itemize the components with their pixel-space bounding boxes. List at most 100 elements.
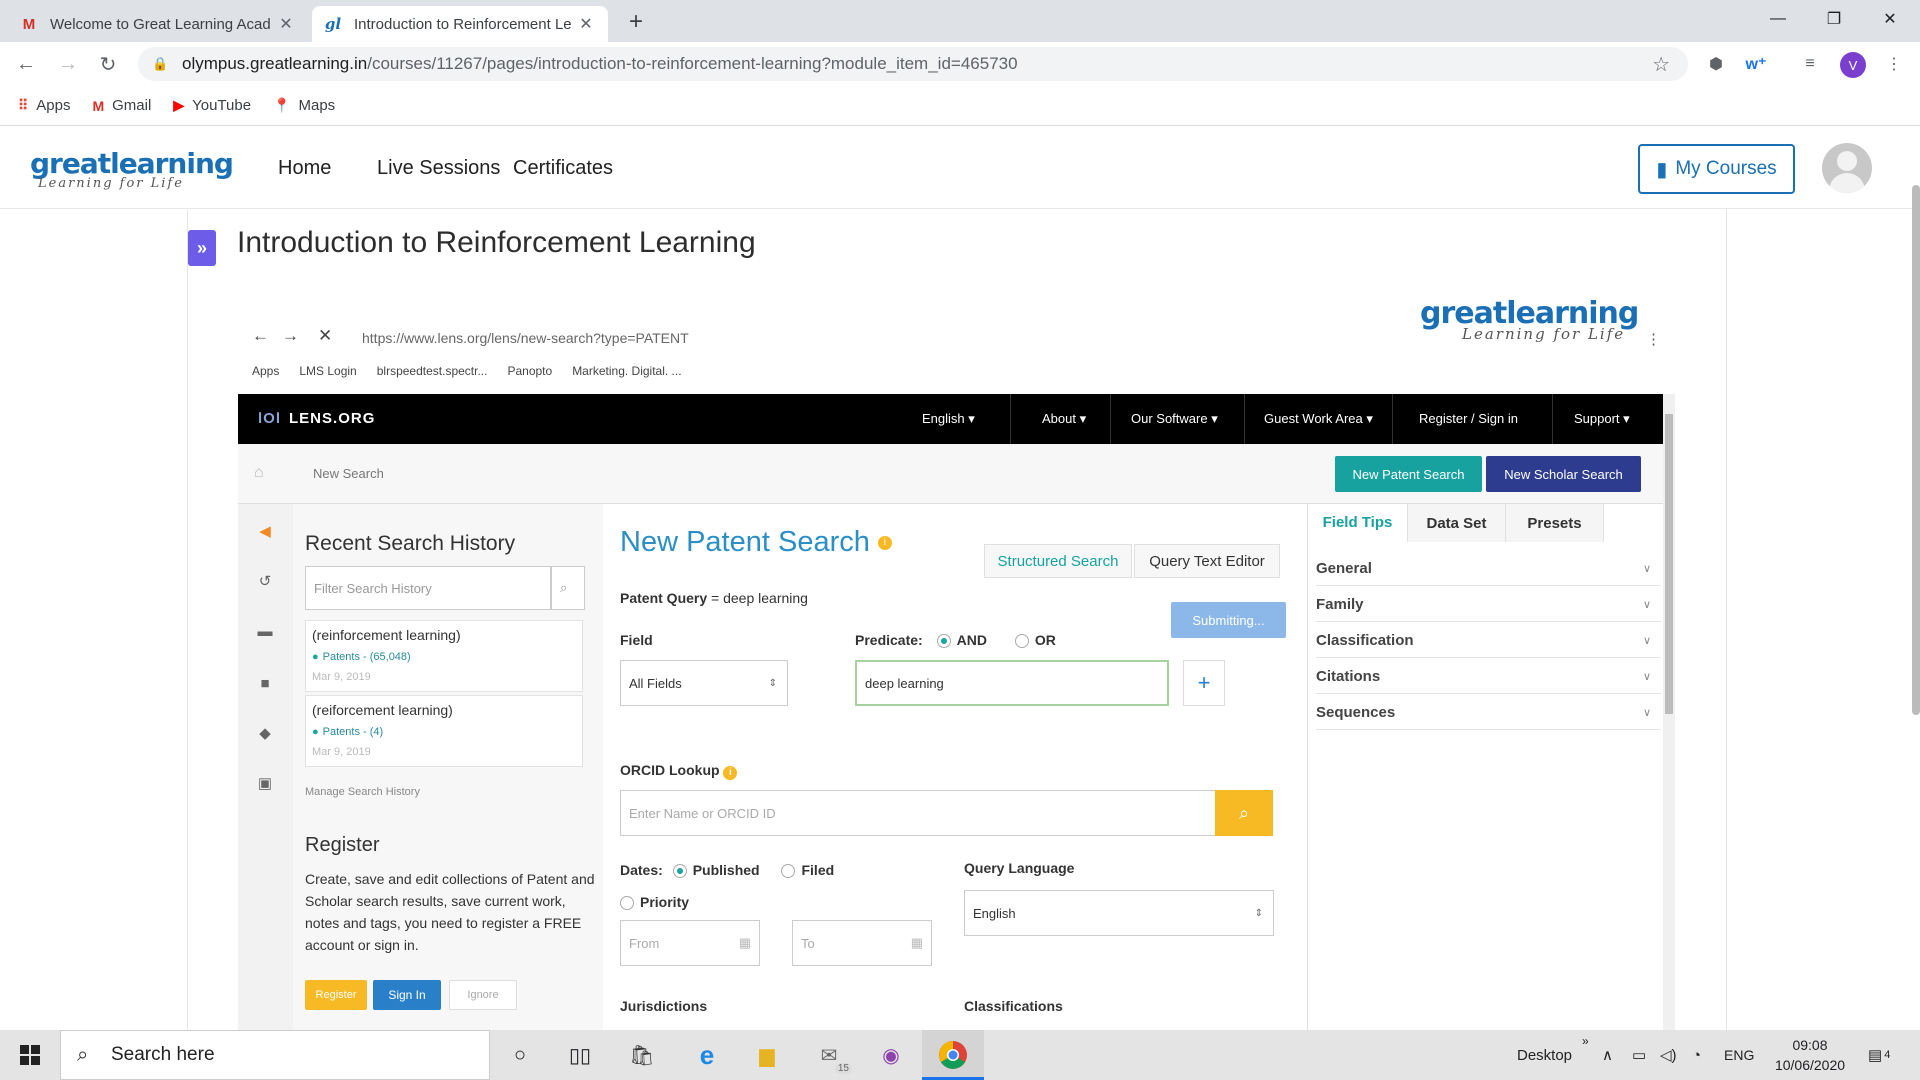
select-caret-icon: ⇕ (1254, 907, 1263, 919)
calendar-icon: ▦ (910, 935, 923, 950)
profile-avatar[interactable]: V (1840, 52, 1866, 78)
lens-menu-about: About ▾ (1042, 411, 1087, 426)
extension-icon[interactable]: ⬢ (1704, 52, 1728, 76)
date-from-input: From ▦ (620, 920, 760, 966)
nav-home[interactable]: Home (278, 157, 331, 180)
toolbar-overflow-icon[interactable]: » (1582, 1016, 1589, 1066)
edge-icon[interactable]: e (690, 1038, 724, 1072)
date-priority: Priority (640, 894, 690, 910)
embed-url: https://www.lens.org/lens/new-search?typ… (362, 330, 689, 346)
language-indicator[interactable]: ENG (1724, 1030, 1754, 1080)
forward-icon[interactable]: → (54, 50, 82, 78)
chevron-down-icon: ∨ (1642, 671, 1651, 683)
patent-search-form: New Patent Search i Structured Search Qu… (603, 504, 1307, 1030)
embed-bookmark: blrspeedtest.spectr... (376, 364, 488, 378)
chrome-taskbar-item[interactable] (922, 1030, 984, 1080)
dates-label: Dates: (620, 862, 663, 878)
back-icon[interactable]: ← (12, 50, 40, 78)
embed-bookmark: Apps (252, 364, 280, 378)
manage-history-link: Manage Search History (305, 786, 420, 798)
bookmark-apps[interactable]: ⠿ Apps (18, 97, 70, 114)
nav-live-sessions[interactable]: Live Sessions (377, 157, 500, 180)
minimize-button[interactable]: — (1750, 0, 1806, 38)
search-history-panel: Recent Search History Filter Search Hist… (293, 504, 603, 1030)
lens-menu-divider (1010, 394, 1011, 444)
page-scrollbar[interactable] (1912, 185, 1920, 715)
lock-icon: 🔒 (152, 56, 169, 71)
wifi-icon[interactable]: ◔ (1692, 1030, 1701, 1080)
taskbar-search-box[interactable]: ⌕ Search here (60, 1030, 490, 1080)
bookmark-maps[interactable]: 📍 Maps (273, 97, 335, 114)
query-text-editor-tab: Query Text Editor (1134, 544, 1280, 578)
address-bar[interactable]: 🔒 olympus.greatlearning.in/courses/11267… (138, 47, 1688, 81)
history-filter-input: Filter Search History (305, 566, 551, 610)
priority-row: Priority (620, 894, 690, 911)
close-window-button[interactable]: ✕ (1862, 0, 1918, 38)
chevron-down-icon: ∨ (1642, 563, 1651, 575)
gmail-icon: M (92, 97, 105, 114)
embed-bookmark: Panopto (507, 364, 553, 378)
media-control-icon[interactable]: ≡ (1798, 52, 1822, 76)
tab-gmail[interactable]: M Welcome to Great Learning Acad ✕ (8, 6, 308, 42)
calendar-icon: ▦ (738, 935, 751, 950)
chrome-icon (939, 1041, 967, 1069)
embed-greatlearning-logo: greatlearning Learning for Life (1420, 296, 1639, 343)
bookmark-gmail[interactable]: M Gmail (92, 97, 151, 114)
sidebar-toggle-button[interactable]: » (188, 230, 216, 266)
tab-course[interactable]: gl Introduction to Reinforcement Le ✕ (312, 6, 608, 42)
app-icon[interactable]: ◉ (874, 1038, 908, 1072)
patent-query-label: Patent Query (620, 590, 708, 606)
bookmark-star-icon[interactable]: ☆ (1652, 52, 1670, 77)
menu-kebab-icon[interactable]: ⋮ (1882, 52, 1906, 76)
tray-chevron-up-icon[interactable]: ∧ (1602, 1030, 1613, 1080)
notification-icon[interactable]: ▤ 4 (1868, 1030, 1890, 1080)
battery-icon[interactable]: ▭ (1632, 1030, 1646, 1080)
clock[interactable]: 09:08 10/06/2020 (1770, 1035, 1850, 1075)
history-date: Mar 9, 2019 (312, 671, 371, 683)
browser-tab-strip: M Welcome to Great Learning Acad ✕ gl In… (0, 0, 1920, 42)
restore-button[interactable]: ❐ (1806, 0, 1862, 38)
desktop-toolbar-label[interactable]: Desktop (1517, 1030, 1572, 1080)
new-tab-button[interactable]: + (622, 8, 650, 36)
date-to-input: To ▦ (792, 920, 932, 966)
history-icon: ↺ (258, 573, 272, 590)
cortana-icon[interactable]: ○ (503, 1038, 537, 1072)
reload-icon[interactable]: ↻ (94, 50, 122, 78)
date-filed: Filed (801, 862, 835, 878)
close-tab-icon[interactable]: ✕ (576, 14, 596, 34)
tab-title: Welcome to Great Learning Acad (50, 15, 271, 33)
predicate-label: Predicate: (855, 632, 923, 648)
bookmark-label: Gmail (112, 97, 152, 114)
tab-presets: Presets (1506, 504, 1604, 542)
predicate-row: Predicate: AND OR (855, 632, 1056, 649)
bookmark-youtube[interactable]: ▶ YouTube (173, 97, 251, 114)
accordion-label: Citations (1316, 668, 1381, 685)
user-avatar[interactable] (1822, 143, 1872, 193)
my-courses-button[interactable]: ▮ My Courses (1638, 144, 1795, 194)
search-icon: ⌕ (77, 1043, 89, 1066)
close-tab-icon[interactable]: ✕ (276, 14, 296, 34)
save-icon: ▣ (257, 775, 273, 792)
lens-menu-divider (1552, 394, 1553, 444)
accordion-sequences: Sequences ∨ (1316, 696, 1661, 730)
greatlearning-logo[interactable]: greatlearning Learning for Life (30, 147, 234, 191)
store-icon[interactable]: 🛍 (625, 1038, 659, 1072)
mail-icon[interactable]: ✉ 15 (812, 1038, 852, 1074)
lens-menu-english: English ▾ (922, 411, 975, 426)
history-patents: Patents - (4) (312, 726, 384, 738)
submitting-button: Submitting... (1171, 602, 1286, 638)
start-button[interactable] (0, 1030, 60, 1080)
sign-in-button: Sign In (373, 980, 441, 1010)
orcid-label: ORCID Lookup i (620, 762, 738, 780)
extension-w-icon[interactable]: w⁺ (1744, 52, 1768, 76)
patent-query-line: Patent Query = deep learning (620, 590, 808, 606)
nav-certificates[interactable]: Certificates (513, 157, 613, 180)
info-icon: i (877, 536, 892, 551)
task-view-icon[interactable]: ▯▯ (563, 1038, 597, 1072)
query-language-select: English ⇕ (964, 890, 1274, 936)
file-explorer-icon[interactable]: ▆ (750, 1038, 784, 1072)
volume-icon[interactable]: ◁) (1660, 1030, 1677, 1080)
radio-priority (620, 896, 634, 911)
history-date: Mar 9, 2019 (312, 746, 371, 758)
notification-count: 4 (1884, 1049, 1891, 1061)
